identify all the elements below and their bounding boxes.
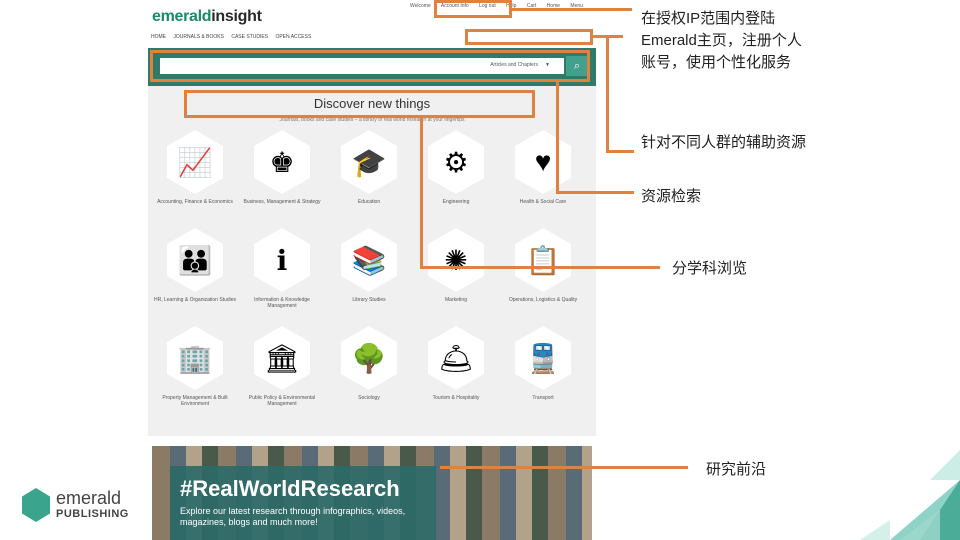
annotation-login: 在授权IP范围内登陆Emerald主页，注册个人账号，使用个性化服务 xyxy=(641,10,802,71)
graduation-cap-icon[interactable]: 🎓 xyxy=(341,130,397,194)
banner-title: #RealWorldResearch xyxy=(180,476,400,501)
subject-label: Public Policy & Environmental Management xyxy=(248,395,316,407)
login-highlight xyxy=(434,0,512,18)
subject-label: Health & Social Care xyxy=(519,199,567,205)
research-banner[interactable]: #RealWorldResearch Explore our latest re… xyxy=(152,446,592,540)
discover-highlight xyxy=(184,90,535,118)
dandelion-icon[interactable]: ✺ xyxy=(428,228,484,292)
decorative-triangles-icon xyxy=(860,450,960,540)
nav-home[interactable]: HOME xyxy=(151,34,166,40)
audience-highlight xyxy=(465,29,593,45)
subject-tile[interactable]: 🎓 Education xyxy=(326,130,412,205)
frontier-connector xyxy=(440,466,688,469)
site-logo[interactable]: emeraldinsight xyxy=(152,8,262,26)
emerald-hex-icon xyxy=(22,488,50,522)
subject-tile[interactable]: 🚆 Transport xyxy=(500,326,586,401)
nav-journals-books[interactable]: JOURNALS & BOOKS xyxy=(173,34,224,40)
annotation-audience: 针对不同人群的辅助资源 xyxy=(641,134,807,151)
subject-tile[interactable]: ⚙ Engineering xyxy=(413,130,499,205)
subject-tile[interactable]: 🛎 Tourism & Hospitality xyxy=(413,326,499,401)
subject-label: Library Studies xyxy=(352,297,386,303)
heart-hands-icon[interactable]: ♥ xyxy=(515,130,571,194)
subject-label: Accounting, Finance & Economics xyxy=(157,199,233,205)
subject-label: Engineering xyxy=(442,199,470,205)
clipboard-icon[interactable]: 📋 xyxy=(515,228,571,292)
subject-tile[interactable]: 🏛 Public Policy & Environmental Managemen… xyxy=(239,326,325,407)
gears-icon[interactable]: ⚙ xyxy=(428,130,484,194)
discover-section: Discover new things Journals, books and … xyxy=(148,86,596,436)
nav-case-studies[interactable]: CASE STUDIES xyxy=(231,34,268,40)
login-connector xyxy=(512,8,632,11)
nav-open-access[interactable]: OPEN ACCESS xyxy=(275,34,311,40)
subject-tile[interactable]: 🌳 Sociology xyxy=(326,326,412,401)
main-nav: HOME JOURNALS & BOOKS CASE STUDIES OPEN … xyxy=(151,34,317,40)
annotation-subject-browse: 分学科浏览 xyxy=(672,260,748,277)
people-icon[interactable]: 👪 xyxy=(167,228,223,292)
subject-label: Tourism & Hospitality xyxy=(432,395,480,401)
chess-icon[interactable]: ♚ xyxy=(254,130,310,194)
info-icon[interactable]: ℹ xyxy=(254,228,310,292)
subject-tile[interactable]: 👪 HR, Learning & Organization Studies xyxy=(152,228,238,303)
train-icon[interactable]: 🚆 xyxy=(515,326,571,390)
buildings-icon[interactable]: 🏢 xyxy=(167,326,223,390)
audience-connector-end xyxy=(606,150,634,153)
search-connector-h xyxy=(556,191,634,194)
subject-tile[interactable]: ♚ Business, Management & Strategy xyxy=(239,130,325,205)
subject-label: Education xyxy=(357,199,381,205)
browse-connector-v xyxy=(420,118,423,268)
capitol-icon[interactable]: 🏛 xyxy=(254,326,310,390)
books-icon[interactable]: 📚 xyxy=(341,228,397,292)
cloche-icon[interactable]: 🛎 xyxy=(428,326,484,390)
subject-tile[interactable]: 📈 Accounting, Finance & Economics xyxy=(152,130,238,205)
browse-connector-h xyxy=(420,266,660,269)
subject-tile[interactable]: ℹ Information & Knowledge Management xyxy=(239,228,325,309)
search-highlight xyxy=(150,50,590,82)
banner-subtitle: Explore our latest research through info… xyxy=(180,506,406,527)
search-connector-v xyxy=(556,82,559,194)
subject-label: Marketing xyxy=(445,297,467,303)
audience-connector-v xyxy=(606,35,609,153)
subject-label: Sociology xyxy=(358,395,380,401)
subject-label: Business, Management & Strategy xyxy=(243,199,321,205)
subject-label: Transport xyxy=(532,395,554,401)
chart-icon[interactable]: 📈 xyxy=(167,130,223,194)
top-link-welcome: Welcome xyxy=(410,3,431,9)
subject-label: Property Management & Built Environment xyxy=(162,395,228,407)
annotation-search: 资源检索 xyxy=(641,188,702,205)
subject-label: Operations, Logistics & Quality xyxy=(508,297,578,303)
subject-label: Information & Knowledge Management xyxy=(254,297,310,309)
subject-tile[interactable]: 🏢 Property Management & Built Environment xyxy=(152,326,238,407)
subject-label: HR, Learning & Organization Studies xyxy=(154,297,236,303)
tree-icon[interactable]: 🌳 xyxy=(341,326,397,390)
subject-tile[interactable]: 📚 Library Studies xyxy=(326,228,412,303)
